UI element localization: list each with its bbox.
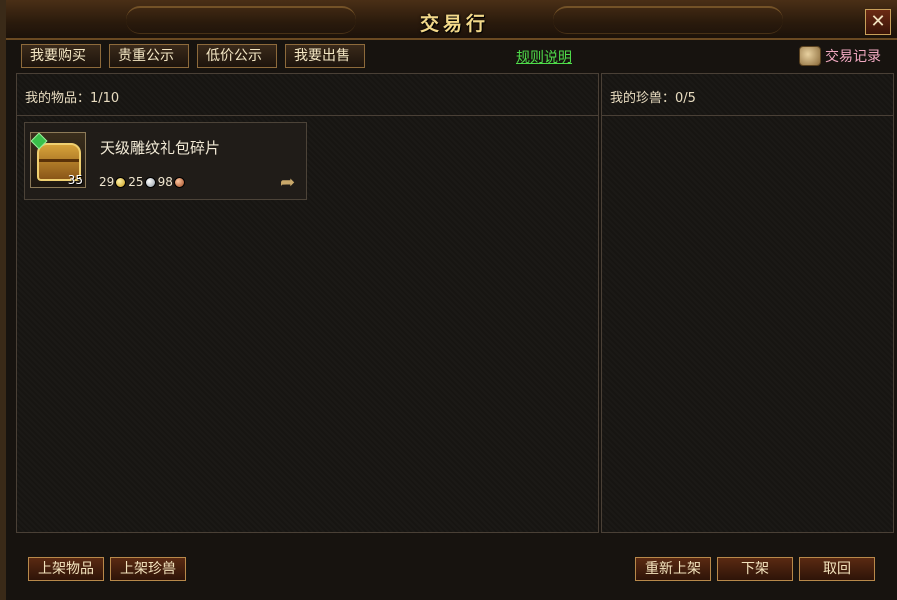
tab-buy[interactable]: 我要购买: [21, 44, 101, 68]
toolbar: 我要购买 贵重公示 低价公示 我要出售 规则说明 交易记录: [16, 44, 887, 70]
relist-button[interactable]: 重新上架: [635, 557, 711, 581]
item-price: 29 25 98: [99, 175, 187, 189]
title-bar: 交易行 ✕: [6, 0, 897, 40]
price-gold: 29: [99, 175, 115, 189]
trade-window: 交易行 ✕ 我要购买 贵重公示 低价公示 我要出售 规则说明 交易记录 我的物品…: [0, 0, 897, 600]
silver-coin-icon: [144, 176, 156, 188]
tab-lowprice-notice[interactable]: 低价公示: [197, 44, 277, 68]
tab-sell[interactable]: 我要出售: [285, 44, 365, 68]
delist-button[interactable]: 下架: [717, 557, 793, 581]
share-arrow-icon[interactable]: ➦: [280, 174, 300, 192]
scroll-icon: [799, 46, 821, 66]
rules-link[interactable]: 规则说明: [516, 47, 572, 67]
gift-chest-icon: 35: [30, 132, 86, 188]
item-quantity: 35: [67, 173, 83, 187]
copper-coin-icon: [173, 176, 185, 188]
gold-coin-icon: [115, 176, 127, 188]
close-button[interactable]: ✕: [865, 9, 891, 35]
close-icon: ✕: [870, 11, 886, 32]
window-title: 交易行: [419, 13, 489, 35]
item-card[interactable]: 35 天级雕纹礼包碎片 29 25 98 ➦: [24, 122, 307, 200]
price-copper: 98: [157, 175, 173, 189]
my-items-header: 我的物品：1/10: [17, 74, 598, 116]
tab-valuable-notice[interactable]: 贵重公示: [109, 44, 189, 68]
list-pet-button[interactable]: 上架珍兽: [110, 557, 186, 581]
my-pets-panel: 我的珍兽：0/5: [601, 73, 894, 533]
item-name: 天级雕纹礼包碎片: [100, 139, 221, 157]
trade-log-button[interactable]: 交易记录: [799, 44, 881, 68]
price-silver: 25: [128, 175, 144, 189]
trade-log-label: 交易记录: [825, 49, 881, 65]
my-pets-header: 我的珍兽：0/5: [602, 74, 893, 116]
retrieve-button[interactable]: 取回: [799, 557, 875, 581]
my-items-panel: 我的物品：1/10 35 天级雕纹礼包碎片 29 25 98 ➦: [16, 73, 599, 533]
list-item-button[interactable]: 上架物品: [28, 557, 104, 581]
